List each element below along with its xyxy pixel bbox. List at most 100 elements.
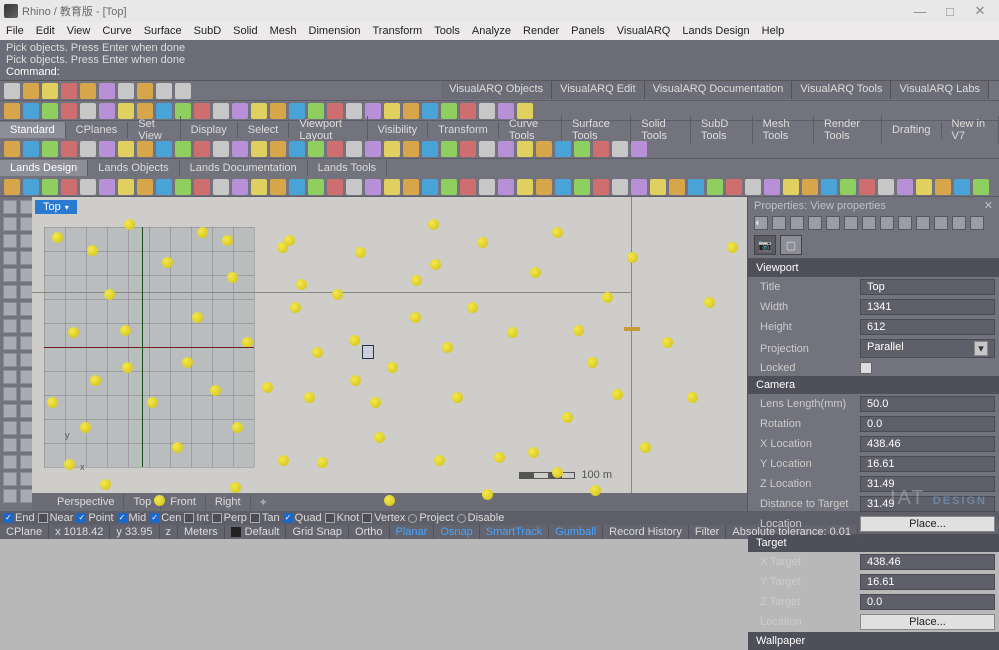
menu-panels[interactable]: Panels: [571, 25, 605, 37]
property-value[interactable]: 438.46: [860, 554, 995, 570]
toolbar-icon[interactable]: [403, 179, 419, 195]
osnap-vertex[interactable]: Vertex: [362, 512, 405, 524]
toolgroup-tab[interactable]: Transform: [428, 122, 499, 138]
panel-tab-icon[interactable]: [862, 216, 876, 230]
menu-tools[interactable]: Tools: [434, 25, 460, 37]
max-button[interactable]: □: [935, 4, 965, 19]
tree-object[interactable]: [232, 422, 243, 433]
tree-object[interactable]: [317, 457, 328, 468]
menu-file[interactable]: File: [6, 25, 24, 37]
side-tool-icon[interactable]: [3, 234, 17, 248]
object-type-tabs[interactable]: 📷 ▢: [748, 232, 999, 259]
tree-object[interactable]: [90, 375, 101, 386]
toolbar-icon[interactable]: [878, 179, 894, 195]
toolbar-icon[interactable]: [612, 141, 628, 157]
va-tab[interactable]: VisualARQ Tools: [792, 81, 891, 99]
lands-tab[interactable]: Lands Objects: [88, 160, 179, 176]
tree-object[interactable]: [530, 267, 541, 278]
panel-tab-icon[interactable]: [808, 216, 822, 230]
tree-object[interactable]: [162, 257, 173, 268]
property-value[interactable]: 50.0: [860, 396, 995, 412]
toolbar-icon[interactable]: [384, 179, 400, 195]
tree-object[interactable]: [587, 357, 598, 368]
va-tab[interactable]: VisualARQ Objects: [441, 81, 552, 99]
status-x[interactable]: x 1018.42: [49, 525, 110, 539]
tree-object[interactable]: [442, 342, 453, 353]
panel-tab-icons[interactable]: ◐: [748, 214, 999, 232]
tree-object[interactable]: [552, 227, 563, 238]
va-tab[interactable]: VisualARQ Edit: [552, 81, 645, 99]
toolbar-icon[interactable]: [80, 179, 96, 195]
toolbar-icon[interactable]: [289, 141, 305, 157]
side-tool-icon[interactable]: [3, 438, 17, 452]
tree-object[interactable]: [64, 459, 75, 470]
tree-object[interactable]: [573, 325, 584, 336]
tree-object[interactable]: [296, 279, 307, 290]
toolgroup-tab[interactable]: SubD Tools: [691, 116, 753, 144]
side-tool-icon[interactable]: [3, 421, 17, 435]
toolbar-icon[interactable]: [251, 179, 267, 195]
toolbar-icon[interactable]: [764, 179, 780, 195]
toolbar-icon[interactable]: [783, 179, 799, 195]
toolbar-icon[interactable]: [954, 179, 970, 195]
toolbar-row-1[interactable]: VisualARQ ObjectsVisualARQ Edit VisualARQ…: [0, 81, 999, 101]
tree-object[interactable]: [411, 275, 422, 286]
panel-tab-icon[interactable]: ◐: [754, 216, 768, 230]
toolbar-icon[interactable]: [897, 179, 913, 195]
side-tool-icon[interactable]: [3, 319, 17, 333]
menu-surface[interactable]: Surface: [144, 25, 182, 37]
status-layer[interactable]: Default: [225, 525, 287, 539]
toolbar-icon[interactable]: [688, 179, 704, 195]
toolbar-icon[interactable]: [612, 179, 628, 195]
osnap-tan[interactable]: Tan: [250, 512, 280, 524]
menu-view[interactable]: View: [67, 25, 91, 37]
toolbar-icon[interactable]: [80, 141, 96, 157]
lands-tab[interactable]: Lands Design: [0, 160, 88, 176]
menu-solid[interactable]: Solid: [233, 25, 257, 37]
toolgroup-tab[interactable]: Viewport Layout: [289, 116, 367, 144]
toolbar-icon[interactable]: [479, 103, 495, 119]
min-button[interactable]: —: [905, 4, 935, 19]
property-combo[interactable]: Parallel▾: [860, 339, 995, 358]
toolbar-icon[interactable]: [232, 141, 248, 157]
toolbar-icon[interactable]: [536, 141, 552, 157]
status-toggle-planar[interactable]: Planar: [390, 525, 435, 539]
toolbar-icon[interactable]: [270, 103, 286, 119]
toolbar-icon[interactable]: [821, 179, 837, 195]
side-tool-icon[interactable]: [3, 353, 17, 367]
toolbar-icon[interactable]: [593, 179, 609, 195]
va-tab[interactable]: VisualARQ Labs: [891, 81, 989, 99]
toolgroup-tab[interactable]: Curve Tools: [499, 116, 562, 144]
toolbar-icon[interactable]: [23, 103, 39, 119]
tree-object[interactable]: [477, 237, 488, 248]
tree-object[interactable]: [410, 312, 421, 323]
panel-tab-icon[interactable]: [916, 216, 930, 230]
osnap-knot[interactable]: Knot: [325, 512, 360, 524]
tree-object[interactable]: [262, 382, 273, 393]
viewport-label[interactable]: Top▾: [35, 200, 77, 214]
toolbar-icon[interactable]: [213, 141, 229, 157]
menubar[interactable]: FileEditViewCurveSurfaceSubDSolidMeshDim…: [0, 22, 999, 40]
toolbar-icon[interactable]: [99, 179, 115, 195]
panel-tab-icon[interactable]: [898, 216, 912, 230]
tree-object[interactable]: [590, 485, 601, 496]
tree-object[interactable]: [154, 495, 165, 506]
panel-tab-icon[interactable]: [934, 216, 948, 230]
tree-object[interactable]: [355, 247, 366, 258]
tree-object[interactable]: [222, 235, 233, 246]
toolgroup-tabs-1[interactable]: StandardCPlanesSet ViewDisplaySelectView…: [0, 121, 999, 139]
toolbar-icon[interactable]: [517, 141, 533, 157]
toolbar-icon[interactable]: [498, 179, 514, 195]
tree-object[interactable]: [147, 397, 158, 408]
toolgroup-tab[interactable]: Set View: [128, 116, 180, 144]
lands-tab[interactable]: Lands Tools: [308, 160, 388, 176]
panel-tab-icon[interactable]: [772, 216, 786, 230]
toolgroup-tab[interactable]: Drafting: [882, 122, 942, 138]
status-z[interactable]: z: [160, 525, 179, 539]
toolbar-icon[interactable]: [384, 141, 400, 157]
property-value[interactable]: Top: [860, 279, 995, 295]
side-tool-icon[interactable]: [3, 472, 17, 486]
toolbar-icon[interactable]: [137, 179, 153, 195]
toolbar-icon[interactable]: [156, 179, 172, 195]
toolbar-icon[interactable]: [403, 141, 419, 157]
